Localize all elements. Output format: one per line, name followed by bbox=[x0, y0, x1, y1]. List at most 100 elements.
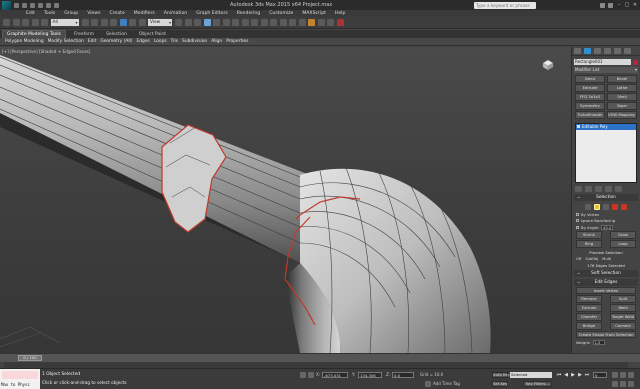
save-file-icon[interactable] bbox=[30, 2, 35, 8]
modifier-extrude-button[interactable]: Extrude bbox=[575, 84, 605, 92]
remove-modifier-icon[interactable] bbox=[605, 185, 612, 192]
time-slider-bar[interactable]: 0 / 100 bbox=[0, 353, 640, 362]
menu-rendering[interactable]: Rendering bbox=[237, 11, 260, 16]
link-icon[interactable] bbox=[22, 19, 29, 26]
x-coordinate-field[interactable]: -673.031 bbox=[322, 372, 348, 378]
maxscript-listener[interactable]: Max to Physc bbox=[0, 369, 40, 389]
redo-icon[interactable] bbox=[46, 2, 51, 8]
panel-loops[interactable]: Loops bbox=[154, 39, 167, 44]
object-color-swatch[interactable] bbox=[633, 59, 638, 65]
motion-tab-icon[interactable] bbox=[604, 48, 611, 54]
stack-item-editable-poly[interactable]: Editable Poly bbox=[576, 124, 636, 130]
zoom-all-icon[interactable] bbox=[620, 372, 626, 378]
render-setup-icon[interactable] bbox=[317, 19, 325, 26]
tab-object-paint[interactable]: Object Paint bbox=[135, 31, 170, 38]
preview-off-radio[interactable]: Off bbox=[576, 257, 581, 261]
help-icon[interactable] bbox=[608, 2, 613, 8]
project-folder-icon[interactable] bbox=[54, 2, 59, 8]
panel-edges[interactable]: Edges bbox=[137, 39, 150, 44]
spinner-snap-icon[interactable] bbox=[232, 19, 239, 26]
tab-graphite-modeling-tools[interactable]: Graphite Modeling Tools bbox=[2, 30, 67, 38]
remove-button[interactable]: Remove bbox=[576, 295, 602, 303]
make-unique-icon[interactable] bbox=[595, 185, 602, 192]
align-icon[interactable] bbox=[260, 19, 268, 26]
connect-button[interactable]: Connect bbox=[610, 322, 636, 330]
configure-modifier-sets-icon[interactable] bbox=[615, 185, 622, 192]
modifier-shell-button[interactable]: Shell bbox=[607, 93, 637, 101]
unlink-icon[interactable] bbox=[31, 19, 39, 26]
orbit-icon[interactable] bbox=[620, 381, 626, 387]
menu-customize[interactable]: Customize bbox=[269, 11, 293, 16]
panel-subdivision[interactable]: Subdivision bbox=[182, 39, 207, 44]
menu-create[interactable]: Create bbox=[110, 11, 125, 16]
ignore-backfacing-checkbox[interactable] bbox=[576, 219, 579, 222]
z-coordinate-field[interactable]: 0.0 bbox=[392, 372, 414, 378]
border-mode-icon[interactable] bbox=[603, 204, 609, 210]
extrude-button[interactable]: Extrude bbox=[576, 304, 602, 312]
field-of-view-icon[interactable] bbox=[612, 381, 618, 387]
add-time-tag-icon[interactable] bbox=[425, 381, 431, 387]
modifier-turbosmooth-button[interactable]: TurboSmooth bbox=[575, 111, 605, 119]
window-crossing-icon[interactable] bbox=[110, 19, 117, 26]
set-key-button[interactable]: Set Key bbox=[492, 381, 508, 387]
edge-mode-icon[interactable] bbox=[594, 204, 600, 210]
selection-rollout-header[interactable]: Selection bbox=[574, 194, 638, 201]
create-tab-icon[interactable] bbox=[574, 48, 581, 54]
modify-tab-icon[interactable] bbox=[584, 48, 591, 54]
polygon-mode-icon[interactable] bbox=[612, 204, 618, 210]
modifier-lathe-button[interactable]: Lathe bbox=[607, 84, 637, 92]
viewport-label[interactable]: [+] [Perspective] [Shaded + Edged Faces] bbox=[2, 49, 90, 54]
search-icon[interactable] bbox=[600, 2, 605, 8]
panel-edit[interactable]: Edit bbox=[88, 39, 97, 44]
create-shape-button[interactable]: Create Shape From Selection bbox=[576, 331, 636, 338]
current-frame-field[interactable]: 0 bbox=[593, 372, 607, 378]
menu-modifiers[interactable]: Modifiers bbox=[134, 11, 155, 16]
redo-button-icon[interactable] bbox=[12, 19, 20, 26]
panel-polygon-modeling[interactable]: Polygon Modeling bbox=[5, 39, 44, 44]
modifier-ffd-button[interactable]: FFD 3x3x3 bbox=[575, 93, 605, 101]
perspective-viewport[interactable]: [+] [Perspective] [Shaded + Edged Faces] bbox=[0, 47, 571, 353]
modifier-symmetry-button[interactable]: Symmetry bbox=[575, 102, 605, 110]
undo-button-icon[interactable] bbox=[3, 19, 10, 26]
key-filters-button[interactable]: Key Filters... bbox=[523, 381, 552, 387]
modifier-bevel-button[interactable]: Bevel bbox=[607, 75, 637, 83]
menu-group[interactable]: Group bbox=[64, 11, 78, 16]
maximize-viewport-icon[interactable] bbox=[628, 381, 634, 387]
mirror-icon[interactable] bbox=[251, 19, 258, 26]
time-slider-thumb[interactable]: 0 / 100 bbox=[18, 355, 42, 361]
by-angle-checkbox[interactable] bbox=[576, 225, 579, 229]
select-and-scale-icon[interactable] bbox=[138, 19, 146, 26]
by-angle-spinner[interactable]: 45.0 bbox=[601, 224, 614, 230]
named-selection-sets-icon[interactable] bbox=[241, 19, 249, 26]
play-icon[interactable]: ▶ bbox=[570, 372, 576, 378]
pivot-center-icon[interactable] bbox=[175, 19, 182, 26]
open-file-icon[interactable] bbox=[22, 2, 27, 8]
modifier-list-dropdown[interactable]: Modifier List bbox=[574, 67, 638, 73]
previous-frame-icon[interactable]: ◀ bbox=[563, 372, 569, 378]
search-input[interactable]: Type a keyword or phrase bbox=[474, 1, 536, 9]
reference-coord-dropdown[interactable]: View bbox=[148, 19, 172, 26]
new-file-icon[interactable] bbox=[14, 2, 19, 8]
preview-subobj-radio[interactable]: SubObj bbox=[585, 257, 598, 261]
utilities-tab-icon[interactable] bbox=[624, 48, 631, 54]
minimize-icon[interactable]: – bbox=[616, 2, 622, 8]
split-button[interactable]: Split bbox=[610, 295, 636, 303]
add-time-tag-label[interactable]: Add Time Tag bbox=[433, 381, 460, 386]
viewcube-icon[interactable] bbox=[541, 59, 555, 71]
rectangular-selection-icon[interactable] bbox=[100, 19, 108, 26]
show-end-result-icon[interactable] bbox=[585, 185, 592, 192]
display-tab-icon[interactable] bbox=[614, 48, 621, 54]
select-by-name-icon[interactable] bbox=[91, 19, 98, 26]
select-and-move-icon[interactable] bbox=[119, 19, 127, 26]
panel-properties[interactable]: Properties bbox=[226, 39, 248, 44]
edit-edges-rollout-header[interactable]: Edit Edges bbox=[574, 279, 638, 286]
menu-edit[interactable]: Edit bbox=[26, 11, 35, 16]
snaps-toggle-icon[interactable] bbox=[203, 19, 211, 26]
zoom-extents-icon[interactable] bbox=[628, 372, 634, 378]
hierarchy-tab-icon[interactable] bbox=[594, 48, 601, 54]
menu-maxscript[interactable]: MAXScript bbox=[302, 11, 326, 16]
select-object-icon[interactable] bbox=[81, 19, 89, 26]
graphite-toggle-icon[interactable] bbox=[279, 19, 287, 26]
shrink-button[interactable]: Shrink bbox=[576, 231, 602, 239]
menu-tools[interactable]: Tools bbox=[44, 11, 55, 16]
